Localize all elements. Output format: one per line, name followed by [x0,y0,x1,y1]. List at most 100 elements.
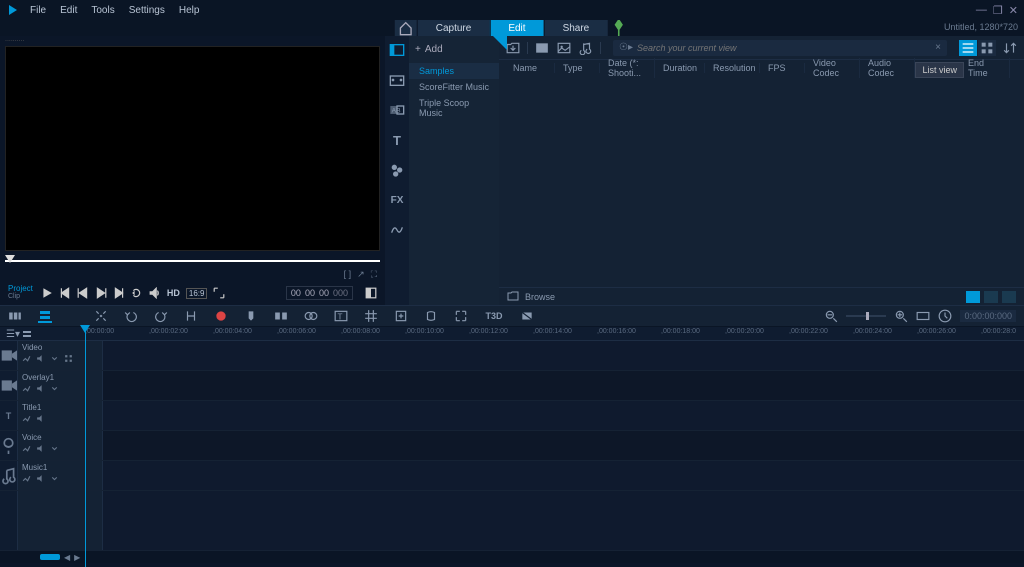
aspect-ratio-badge[interactable]: 16:9 [186,288,208,299]
expand-tool-icon[interactable] [454,309,468,323]
tab-capture[interactable]: Capture [417,20,490,36]
playhead-line[interactable] [85,327,86,567]
track-control-icon[interactable] [22,414,31,423]
zoom-slider[interactable] [846,315,886,317]
expand-preview-icon[interactable]: ⛶ [371,269,377,280]
options-icon[interactable] [94,309,108,323]
graphics-tab-icon[interactable] [389,162,405,178]
col-name[interactable]: Name [505,63,555,73]
volume-icon[interactable] [149,287,161,299]
record-icon[interactable] [214,309,228,323]
list-view-icon[interactable] [959,40,977,56]
transition-tool-icon[interactable] [304,309,318,323]
folder-samples[interactable]: Samples [409,63,499,79]
tab-edit[interactable]: Edit [489,20,543,36]
store-icon[interactable] [607,20,629,36]
track-control-icon[interactable] [22,354,31,363]
track-control-icon[interactable] [22,474,31,483]
skip-end-icon[interactable] [113,287,125,299]
restore-icon[interactable]: ❐ [993,4,1003,17]
grid-tool-icon[interactable] [364,309,378,323]
track-header[interactable]: Video [18,341,103,370]
add-media-button[interactable]: + Add [409,42,499,57]
search-box[interactable]: ☉▸ × [613,40,947,56]
track-header[interactable]: Voice [18,431,103,460]
sound-library-tab-icon[interactable] [389,72,405,88]
folder-triplescoop[interactable]: Triple Scoop Music [409,95,499,121]
timeline-view-icon[interactable] [38,309,52,323]
timecode-display[interactable]: 000000000 [286,286,353,300]
track-body[interactable] [103,431,1024,460]
loop-icon[interactable] [131,287,143,299]
hd-badge[interactable]: HD [167,288,180,298]
track-type-icon[interactable] [0,431,18,460]
filter-photo-icon[interactable] [556,41,572,55]
skip-start-icon[interactable] [59,287,71,299]
timeline-ruler[interactable]: ☰▾ ,00:00:00,00:00:02:00,00:00:04:00,00:… [0,327,1024,341]
minimize-icon[interactable]: — [976,4,987,17]
3d-title-icon[interactable]: T3D [484,309,504,323]
track-type-icon[interactable] [0,371,18,400]
import-icon[interactable] [505,41,521,55]
play-icon[interactable] [41,287,53,299]
title-add-icon[interactable]: T [334,309,348,323]
track-header[interactable]: Title1 [18,401,103,430]
tab-share[interactable]: Share [544,20,608,36]
browse-label[interactable]: Browse [525,292,555,302]
col-type[interactable]: Type [555,63,600,73]
filter-audio-icon[interactable] [578,41,594,55]
pan-zoom-icon[interactable] [394,309,408,323]
browse-icon[interactable] [507,291,519,303]
marker-add-icon[interactable] [244,309,258,323]
storyboard-view-icon[interactable] [8,309,22,323]
track-body[interactable] [103,401,1024,430]
preview-scrubber[interactable] [5,255,380,267]
panel-options-icon[interactable] [1002,291,1016,303]
zoom-out-icon[interactable] [824,309,838,323]
clear-search-icon[interactable]: × [935,42,941,53]
home-tab-icon[interactable] [395,20,417,36]
track-control-icon[interactable] [36,414,45,423]
col-date[interactable]: Date (*: Shooti... [600,58,655,78]
menu-file[interactable]: File [30,5,46,16]
media-library-tab-icon[interactable] [389,42,405,58]
track-control-icon[interactable] [50,384,59,393]
mask-icon[interactable] [520,309,534,323]
fit-project-icon[interactable] [916,309,930,323]
track-control-icon[interactable] [36,384,45,393]
track-type-icon[interactable]: T [0,401,18,430]
mark-in-out-icon[interactable] [184,309,198,323]
scrub-handle-icon[interactable] [5,255,15,265]
fx-tab-icon[interactable]: FX [389,192,405,208]
timeline-timecode[interactable]: 0:00:00:000 [960,310,1016,322]
next-frame-icon[interactable] [95,287,107,299]
col-fps[interactable]: FPS [760,63,805,73]
panel-layout-1-icon[interactable] [966,291,980,303]
panel-layout-2-icon[interactable] [984,291,998,303]
close-icon[interactable]: ✕ [1009,4,1018,17]
track-control-icon[interactable] [64,354,73,363]
path-tab-icon[interactable] [389,222,405,238]
track-control-icon[interactable] [36,354,45,363]
col-resolution[interactable]: Resolution [705,63,760,73]
track-body[interactable] [103,461,1024,490]
col-acodec[interactable]: Audio Codec [860,58,915,78]
track-control-icon[interactable] [50,354,59,363]
track-header[interactable]: Overlay1 [18,371,103,400]
preview-viewport[interactable] [5,46,380,251]
timeline-scrollbar[interactable]: ◀ ▶ [0,551,1024,563]
split-icon[interactable] [274,309,288,323]
col-vcodec[interactable]: Video Codec [805,58,860,78]
library-empty-area[interactable] [499,76,1024,287]
undo-icon[interactable] [124,309,138,323]
track-control-icon[interactable] [50,444,59,453]
track-body[interactable] [103,371,1024,400]
expand-icon[interactable] [213,287,225,299]
folder-scorefitter[interactable]: ScoreFitter Music [409,79,499,95]
menu-help[interactable]: Help [179,5,200,16]
scroll-right-icon[interactable]: ▶ [74,553,80,562]
filter-video-icon[interactable] [534,41,550,55]
track-type-icon[interactable] [0,461,18,490]
track-control-icon[interactable] [36,444,45,453]
chapter-icon[interactable] [424,309,438,323]
